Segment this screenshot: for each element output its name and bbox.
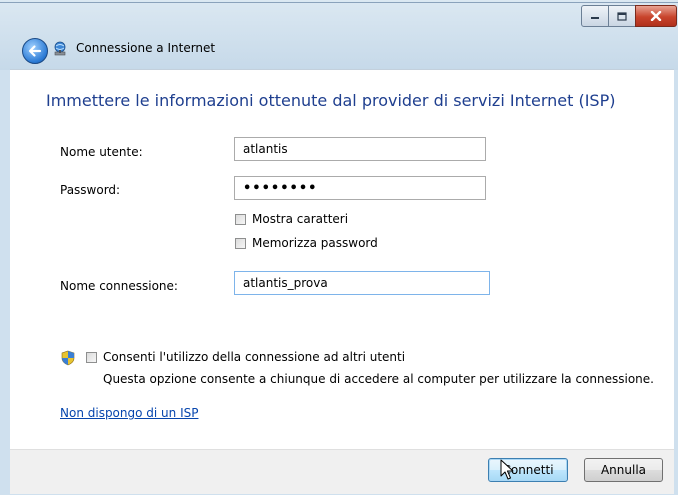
show-chars-label: Mostra caratteri [252, 212, 349, 226]
connection-name-field[interactable]: atlantis_prova [234, 271, 490, 295]
password-label: Password: [60, 183, 121, 197]
window-title: Connessione a Internet [76, 41, 216, 55]
username-label: Nome utente: [60, 145, 143, 159]
no-isp-link[interactable]: Non dispongo di un ISP [60, 406, 198, 420]
network-connection-icon [54, 41, 66, 56]
remember-password-checkbox[interactable] [235, 238, 246, 249]
title-bar-edge [0, 2, 678, 3]
remember-password-label: Memorizza password [252, 236, 378, 250]
mouse-cursor-icon [500, 459, 514, 480]
maximize-button[interactable] [608, 5, 636, 27]
minimize-button[interactable] [581, 5, 609, 27]
close-icon [650, 11, 662, 21]
connection-name-label: Nome connessione: [60, 279, 178, 293]
cancel-button[interactable]: Annulla [584, 458, 663, 482]
content-panel: Immettere le informazioni ottenute dal p… [10, 69, 674, 450]
back-arrow-icon [28, 45, 42, 57]
uac-shield-icon [61, 350, 75, 366]
title-bar: Connessione a Internet [0, 0, 678, 70]
show-chars-checkbox[interactable] [235, 214, 246, 225]
maximize-icon [617, 11, 627, 21]
username-field[interactable]: atlantis [234, 137, 486, 161]
button-bar: Connetti Annulla [10, 449, 674, 494]
password-field[interactable]: •••••••• [234, 176, 486, 200]
back-button[interactable] [22, 38, 48, 64]
dialog-window: Connessione a Internet Immettere le info… [0, 0, 678, 495]
allow-others-label: Consenti l'utilizzo della connessione ad… [103, 350, 406, 364]
minimize-icon [591, 17, 599, 19]
allow-others-description: Questa opzione consente a chiunque di ac… [103, 372, 654, 386]
close-button[interactable] [635, 5, 677, 27]
allow-others-checkbox[interactable] [86, 352, 97, 363]
page-heading: Immettere le informazioni ottenute dal p… [46, 91, 616, 110]
